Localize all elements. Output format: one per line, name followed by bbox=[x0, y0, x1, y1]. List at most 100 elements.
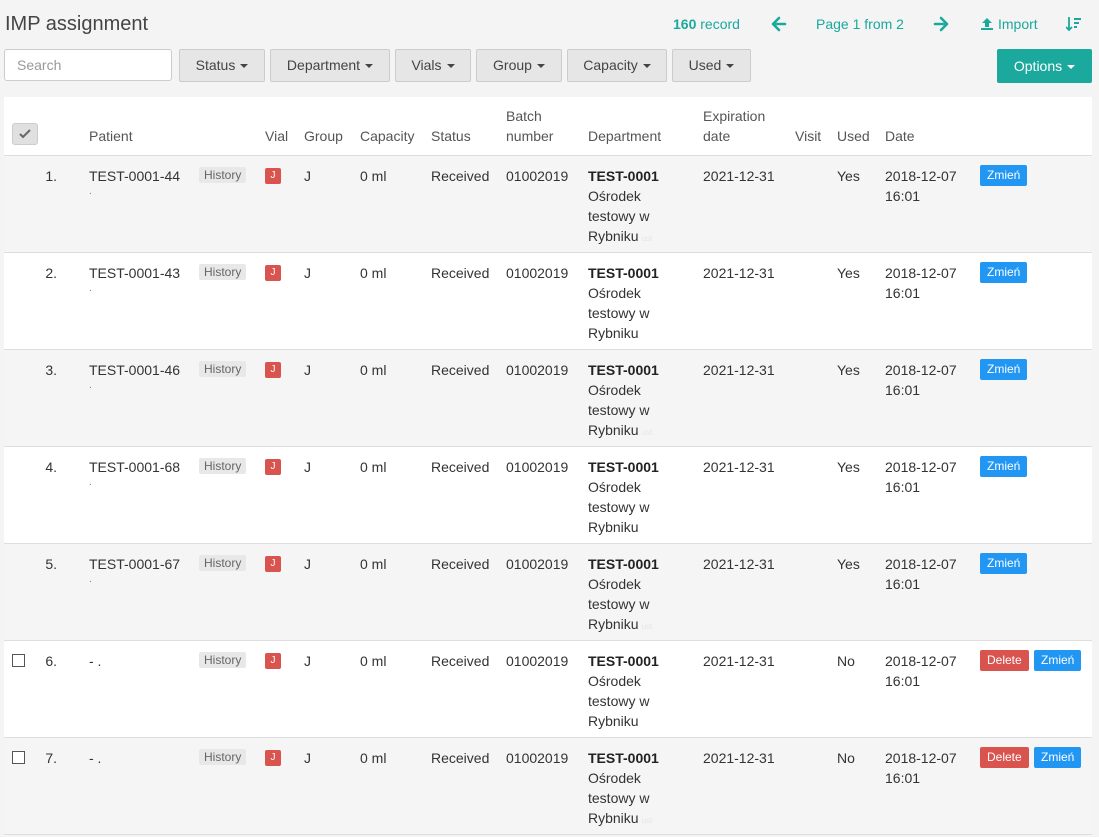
table-body: 1. TEST-0001-44. History J J 0 ml Received 0100… bbox=[4, 156, 1092, 835]
patient-id: - . bbox=[89, 653, 102, 669]
edit-button[interactable]: Zmień bbox=[980, 359, 1028, 380]
patient-sub: . bbox=[89, 283, 92, 294]
batch-value: 01002019 bbox=[506, 459, 569, 475]
col-used[interactable]: Used bbox=[837, 126, 870, 146]
expiration-value: 2021-12-31 bbox=[703, 459, 775, 475]
assignment-table: Patient Vial Group Capacity Status Batch… bbox=[4, 97, 1092, 835]
capacity-filter-label: Capacity bbox=[583, 57, 638, 73]
vials-filter-button[interactable]: Vials bbox=[395, 49, 471, 82]
col-expiration-line2: date bbox=[703, 128, 731, 144]
col-date[interactable]: Date bbox=[885, 126, 915, 146]
date-cell: 2018-12-07 16:01 bbox=[885, 651, 957, 691]
capacity-filter-button[interactable]: Capacity bbox=[567, 49, 667, 82]
used-value: No bbox=[837, 750, 855, 766]
used-value: Yes bbox=[837, 168, 860, 184]
batch-value: 01002019 bbox=[506, 168, 569, 184]
capacity-value: 0 ml bbox=[360, 265, 387, 281]
status-filter-button[interactable]: Status bbox=[179, 49, 265, 82]
table-row: 2. TEST-0001-43. History J J 0 ml Received 0100… bbox=[4, 253, 1092, 350]
capacity-value: 0 ml bbox=[360, 459, 387, 475]
edit-button[interactable]: Zmień bbox=[1034, 747, 1082, 768]
row-number: 4. bbox=[45, 459, 57, 475]
edit-button[interactable]: Zmień bbox=[980, 553, 1028, 574]
vials-filter-label: Vials bbox=[411, 57, 442, 73]
patient-id: TEST-0001-68 bbox=[89, 459, 181, 475]
used-value: Yes bbox=[837, 556, 860, 572]
department-name-line3-wrap: Rybniku ust bbox=[588, 808, 659, 831]
next-page-arrow-icon[interactable] bbox=[933, 15, 951, 33]
history-button[interactable]: History bbox=[199, 555, 247, 571]
time-value: 16:01 bbox=[885, 576, 921, 592]
date-cell: 2018-12-07 16:01 bbox=[885, 748, 957, 788]
col-status[interactable]: Status bbox=[431, 126, 471, 146]
group-filter-button[interactable]: Group bbox=[476, 49, 562, 82]
department-name-line3-wrap: Rybniku bbox=[588, 323, 659, 343]
date-value: 2018-12-07 bbox=[885, 265, 957, 281]
col-batch-number[interactable]: Batch number bbox=[506, 106, 553, 146]
department-name-line2: testowy w bbox=[588, 693, 650, 709]
table-row: 7. - . History J J 0 ml Received 01002019 TEST-0… bbox=[4, 738, 1092, 835]
row-checkbox[interactable] bbox=[12, 751, 25, 764]
search-input[interactable] bbox=[4, 49, 172, 81]
col-group[interactable]: Group bbox=[304, 126, 343, 146]
department-name-line3-wrap: Rybniku ust bbox=[588, 226, 659, 249]
group-value: J bbox=[304, 556, 311, 572]
col-department[interactable]: Department bbox=[588, 126, 661, 146]
col-patient[interactable]: Patient bbox=[89, 126, 133, 146]
caret-down-icon bbox=[240, 64, 249, 68]
import-label: Import bbox=[998, 16, 1038, 32]
department-cell: TEST-0001 Ośrodek testowy w Rybniku ust bbox=[588, 748, 659, 831]
col-batch-line1: Batch bbox=[506, 108, 542, 124]
date-cell: 2018-12-07 16:01 bbox=[885, 263, 957, 303]
department-name-line3: Rybniku bbox=[588, 810, 639, 826]
department-name-line1: Ośrodek bbox=[588, 188, 641, 204]
history-button[interactable]: History bbox=[199, 749, 247, 765]
col-visit[interactable]: Visit bbox=[795, 126, 821, 146]
batch-value: 01002019 bbox=[506, 653, 569, 669]
date-value: 2018-12-07 bbox=[885, 362, 957, 378]
used-filter-button[interactable]: Used bbox=[672, 49, 751, 82]
history-button[interactable]: History bbox=[199, 652, 247, 668]
date-cell: 2018-12-07 16:01 bbox=[885, 166, 957, 206]
edit-button[interactable]: Zmień bbox=[1034, 650, 1082, 671]
department-filter-button[interactable]: Department bbox=[270, 49, 390, 82]
col-capacity[interactable]: Capacity bbox=[360, 126, 414, 146]
date-cell: 2018-12-07 16:01 bbox=[885, 457, 957, 497]
patient-sub: . bbox=[89, 477, 92, 488]
row-checkbox[interactable] bbox=[12, 654, 25, 667]
patient-id: TEST-0001-46 bbox=[89, 362, 181, 378]
group-value: J bbox=[304, 265, 311, 281]
edit-button[interactable]: Zmień bbox=[980, 456, 1028, 477]
select-all-checkbox[interactable] bbox=[12, 123, 38, 145]
edit-button[interactable]: Zmień bbox=[980, 165, 1028, 186]
prev-page-arrow-icon[interactable] bbox=[771, 15, 789, 33]
patient-id: TEST-0001-44 bbox=[89, 168, 181, 184]
status-value: Received bbox=[431, 168, 490, 184]
department-name-line3-wrap: Rybniku ust bbox=[588, 420, 659, 443]
expiration-value: 2021-12-31 bbox=[703, 653, 775, 669]
record-count: 160 record bbox=[673, 16, 740, 32]
options-button[interactable]: Options bbox=[997, 49, 1092, 83]
department-code: TEST-0001 bbox=[588, 653, 659, 669]
delete-button[interactable]: Delete bbox=[980, 650, 1029, 671]
edit-button[interactable]: Zmień bbox=[980, 262, 1028, 283]
capacity-value: 0 ml bbox=[360, 362, 387, 378]
patient-sub: . bbox=[89, 574, 92, 585]
sort-icon[interactable] bbox=[1065, 15, 1082, 36]
department-code: TEST-0001 bbox=[588, 459, 659, 475]
department-code: TEST-0001 bbox=[588, 556, 659, 572]
col-vial[interactable]: Vial bbox=[265, 126, 288, 146]
import-button[interactable]: Import bbox=[980, 16, 1038, 32]
upload-icon bbox=[981, 18, 993, 30]
history-button[interactable]: History bbox=[199, 458, 247, 474]
row-number: 1. bbox=[45, 168, 57, 184]
history-button[interactable]: History bbox=[199, 167, 247, 183]
history-button[interactable]: History bbox=[199, 264, 247, 280]
department-cell: TEST-0001 Ośrodek testowy w Rybniku bbox=[588, 651, 659, 731]
expiration-value: 2021-12-31 bbox=[703, 168, 775, 184]
history-button[interactable]: History bbox=[199, 361, 247, 377]
col-expiration-date[interactable]: Expiration date bbox=[703, 106, 765, 146]
capacity-value: 0 ml bbox=[360, 653, 387, 669]
date-value: 2018-12-07 bbox=[885, 653, 957, 669]
delete-button[interactable]: Delete bbox=[980, 747, 1029, 768]
